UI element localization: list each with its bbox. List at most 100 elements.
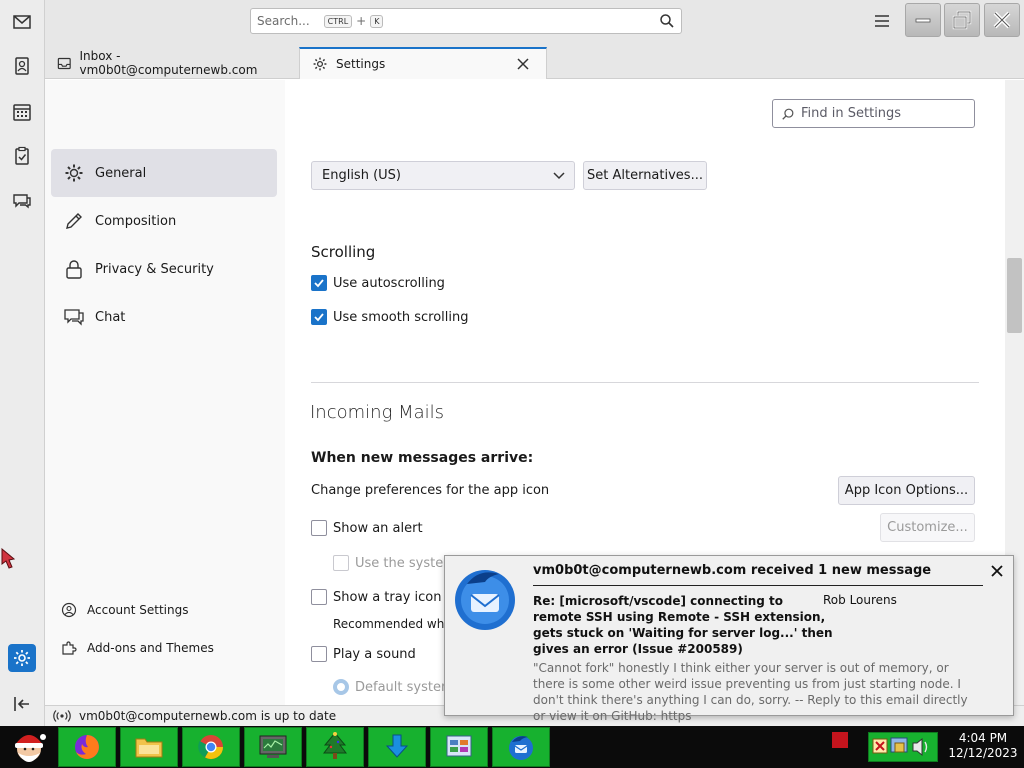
title-bar: Search... CTRL + K (45, 0, 1024, 42)
autoscrolling-option[interactable]: Use autoscrolling (311, 275, 445, 291)
thunderbird-icon (509, 736, 533, 760)
sidebar-item-label: Composition (95, 213, 177, 229)
settings-sidebar: General Composition Privacy & Security C… (45, 80, 285, 705)
language-dropdown[interactable]: English (US) (311, 161, 575, 190)
default-system-option[interactable]: Default system (333, 679, 454, 695)
puzzle-icon (62, 641, 77, 655)
taskbar-firefox[interactable] (58, 727, 116, 767)
scrollbar-thumb[interactable] (1007, 258, 1022, 333)
chat-icon (64, 309, 84, 326)
gear-icon (313, 57, 327, 71)
control-panel-icon (446, 735, 472, 757)
chat-space-button[interactable] (8, 187, 36, 215)
taskbar-downloader[interactable] (368, 727, 426, 767)
sidebar-item-composition[interactable]: Composition (51, 197, 277, 245)
use-system-checkbox[interactable] (333, 555, 349, 571)
inbox-icon (57, 57, 71, 69)
address-book-icon (15, 57, 29, 75)
collapse-spaces-button[interactable] (8, 690, 36, 718)
sidebar-item-privacy-security[interactable]: Privacy & Security (51, 245, 277, 293)
show-alert-option[interactable]: Show an alert (311, 520, 423, 536)
search-icon (660, 14, 674, 28)
folder-icon (135, 738, 163, 758)
sidebar-item-chat[interactable]: Chat (51, 293, 277, 341)
shortcut-plus: + (356, 14, 367, 28)
search-placeholder: Search... (257, 14, 310, 28)
close-icon[interactable] (990, 564, 1004, 578)
notification-divider (533, 585, 983, 586)
addons-themes-label: Add-ons and Themes (87, 641, 214, 655)
tab-settings[interactable]: Settings (299, 47, 547, 79)
notification-title: vm0b0t@computernewb.com received 1 new m… (533, 563, 932, 578)
settings-space-button[interactable] (8, 644, 36, 672)
new-messages-heading: When new messages arrive: (311, 450, 534, 466)
tab-inbox[interactable]: Inbox - vm0b0t@computernewb.com (45, 47, 295, 79)
use-system-option[interactable]: Use the system (333, 555, 456, 571)
taskbar-chrome[interactable] (182, 727, 240, 767)
show-alert-checkbox[interactable] (311, 520, 327, 536)
autoscrolling-label: Use autoscrolling (333, 275, 445, 291)
checkmark-icon (314, 279, 324, 288)
close-tab-icon[interactable] (516, 57, 530, 71)
account-settings-link[interactable]: Account Settings (61, 600, 188, 620)
new-mail-notification[interactable]: vm0b0t@computernewb.com received 1 new m… (444, 555, 1014, 723)
checkmark-icon (314, 313, 324, 322)
addons-themes-link[interactable]: Add-ons and Themes (61, 638, 214, 658)
find-in-settings-input[interactable]: Find in Settings (772, 99, 975, 128)
online-status-icon[interactable] (53, 709, 71, 723)
change-prefs-label: Change preferences for the app icon (311, 483, 550, 498)
taskbar-system-monitor[interactable] (244, 727, 302, 767)
system-tray[interactable] (868, 732, 938, 762)
mail-icon (13, 15, 31, 29)
start-button[interactable] (0, 726, 58, 768)
customize-button[interactable]: Customize... (880, 513, 975, 542)
smooth-scrolling-option[interactable]: Use smooth scrolling (311, 309, 469, 325)
gear-icon (65, 164, 83, 182)
tray-icon-option[interactable]: Show a tray icon fo (311, 589, 458, 605)
find-placeholder: Find in Settings (801, 106, 902, 121)
mail-space-button[interactable] (8, 8, 36, 36)
taskbar-thunderbird[interactable] (492, 727, 550, 767)
autoscrolling-checkbox[interactable] (311, 275, 327, 291)
tab-inbox-label: Inbox - vm0b0t@computernewb.com (79, 49, 258, 77)
tasks-button[interactable] (8, 142, 36, 170)
taskbar-christmas-tree[interactable] (306, 727, 364, 767)
restore-button[interactable] (944, 3, 980, 37)
sidebar-item-general[interactable]: General (51, 149, 277, 197)
clock-date: 12/12/2023 (948, 746, 1018, 760)
close-window-button[interactable] (984, 3, 1020, 37)
play-sound-label: Play a sound (333, 646, 416, 662)
play-sound-option[interactable]: Play a sound (311, 646, 416, 662)
monitor-icon (259, 735, 287, 758)
address-book-button[interactable] (8, 52, 36, 80)
section-divider (311, 382, 979, 383)
default-system-radio[interactable] (333, 679, 349, 695)
minimize-button[interactable] (905, 3, 941, 37)
calendar-button[interactable] (8, 98, 36, 126)
smooth-scrolling-checkbox[interactable] (311, 309, 327, 325)
shortcut-key-ctrl: CTRL (323, 14, 353, 28)
chat-icon (13, 194, 31, 209)
taskbar-clock[interactable]: 4:04 PM 12/12/2023 (944, 731, 1022, 761)
language-value: English (US) (322, 168, 401, 183)
firefox-icon (75, 735, 99, 759)
global-search-input[interactable]: Search... CTRL + K (250, 8, 682, 34)
notification-preview: "Cannot fork" honestly I think either yo… (533, 661, 968, 723)
santa-start-icon (15, 734, 46, 762)
smooth-scrolling-label: Use smooth scrolling (333, 309, 469, 325)
mouse-cursor-icon (1, 547, 16, 569)
tray-icons (872, 737, 928, 757)
tray-icon-checkbox[interactable] (311, 589, 327, 605)
thunderbird-logo-icon (455, 570, 515, 630)
gear-icon (14, 650, 30, 666)
play-sound-checkbox[interactable] (311, 646, 327, 662)
app-menu-icon[interactable] (872, 12, 892, 30)
app-icon-options-button[interactable]: App Icon Options... (838, 476, 975, 505)
set-alternatives-button[interactable]: Set Alternatives... (583, 161, 707, 190)
tasks-icon (15, 146, 29, 165)
search-icon (782, 108, 794, 120)
taskbar-control-panel[interactable] (430, 727, 488, 767)
status-text: vm0b0t@computernewb.com is up to date (79, 709, 337, 723)
default-system-label: Default system (355, 679, 454, 695)
taskbar-file-explorer[interactable] (120, 727, 178, 767)
